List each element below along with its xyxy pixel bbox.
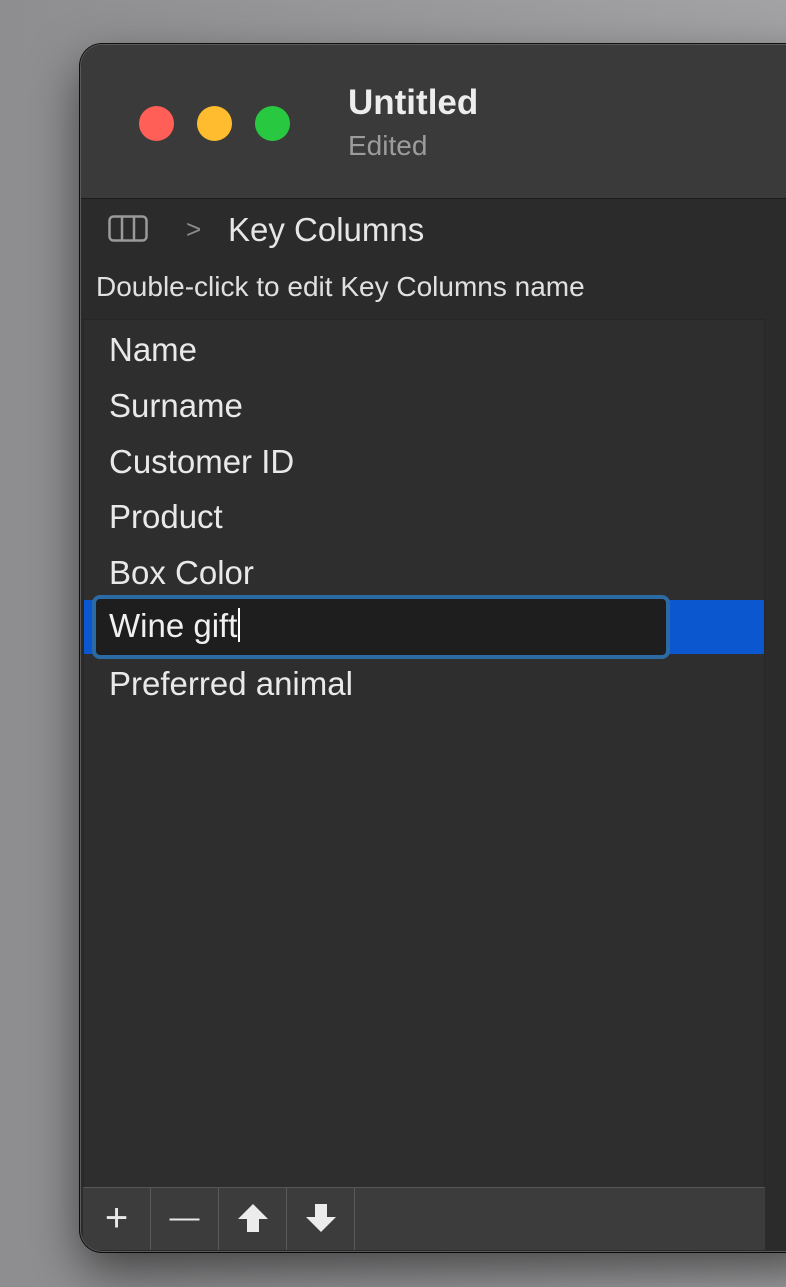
list-item[interactable]: Name — [109, 330, 197, 370]
title-bar: Untitled Edited — [81, 45, 786, 199]
window-title: Untitled — [348, 83, 479, 122]
add-button[interactable]: + — [83, 1188, 151, 1250]
window-subtitle: Edited — [348, 130, 428, 161]
list-item[interactable]: Surname — [109, 386, 243, 426]
arrow-up-icon — [237, 1204, 268, 1232]
move-up-button[interactable] — [219, 1188, 287, 1250]
sidebar-columns-icon[interactable] — [108, 215, 148, 242]
arrow-down-icon — [305, 1204, 336, 1232]
list-item[interactable]: Box Color — [109, 553, 254, 593]
remove-button[interactable]: — — [151, 1188, 219, 1250]
breadcrumb: > Key Columns — [81, 200, 786, 260]
text-caret — [238, 608, 241, 642]
list-item[interactable]: Customer ID — [109, 442, 294, 482]
app-window: Untitled Edited > Key Columns Double-cli… — [80, 44, 786, 1252]
chevron-right-icon: > — [186, 214, 202, 244]
list-item[interactable]: Product — [109, 497, 223, 537]
zoom-button[interactable] — [255, 106, 290, 141]
edit-hint: Double-click to edit Key Columns name — [96, 271, 585, 302]
rename-field-value[interactable]: Wine gift — [109, 606, 241, 646]
move-down-button[interactable] — [287, 1188, 355, 1250]
minimize-button[interactable] — [197, 106, 232, 141]
rename-field[interactable]: Wine gift — [92, 595, 670, 659]
breadcrumb-label[interactable]: Key Columns — [228, 210, 424, 250]
list-item[interactable]: Preferred animal — [109, 664, 353, 704]
key-columns-list[interactable]: Name Surname Customer ID Product Box Col… — [83, 319, 765, 1189]
close-button[interactable] — [139, 106, 174, 141]
list-toolbar: + — — [83, 1187, 765, 1250]
